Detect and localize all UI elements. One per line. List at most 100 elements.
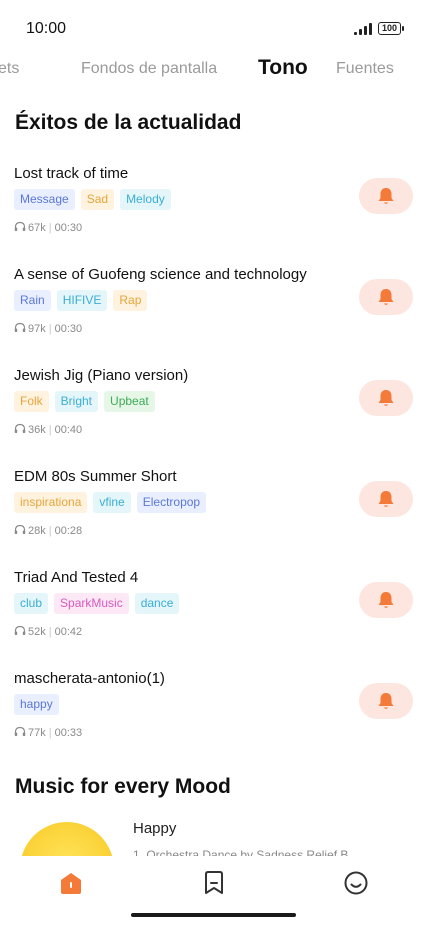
meta-divider: | — [48, 222, 52, 234]
nav-saved[interactable] — [199, 868, 229, 898]
mood-cover-image — [20, 822, 114, 856]
song-tag[interactable]: Rain — [14, 290, 51, 311]
play-count: 36k — [28, 424, 46, 436]
headphones-icon — [14, 726, 26, 740]
section-title-hits: Éxitos de la actualidad — [15, 111, 242, 134]
tab-tono[interactable]: Tono — [258, 56, 308, 80]
song-meta: 28k | 00:28 — [14, 524, 82, 538]
song-duration: 00:30 — [54, 323, 83, 335]
play-count: 77k — [28, 727, 46, 739]
meta-divider: | — [48, 323, 52, 335]
meta-divider: | — [48, 424, 52, 436]
song-row[interactable]: A sense of Guofeng science and technolog… — [0, 266, 427, 356]
song-tags: Rain HIFIVE Rap — [14, 290, 148, 311]
tab-fondos-de-pantalla[interactable]: Fondos de pantalla — [81, 60, 217, 78]
song-title: Triad And Tested 4 — [14, 569, 139, 586]
song-title: A sense of Guofeng science and technolog… — [14, 266, 307, 283]
bookmark-icon — [205, 871, 223, 894]
song-meta: 77k | 00:33 — [14, 726, 82, 740]
set-ringtone-button[interactable] — [359, 481, 413, 517]
song-duration: 00:30 — [54, 222, 83, 234]
bell-icon — [375, 185, 397, 207]
bell-icon — [375, 589, 397, 611]
battery-icon: 100 — [377, 22, 405, 35]
smiley-icon — [344, 871, 368, 895]
play-count: 28k — [28, 525, 46, 537]
song-meta: 36k | 00:40 — [14, 423, 82, 437]
song-tag[interactable]: Melody — [120, 189, 171, 210]
headphones-icon — [14, 423, 26, 437]
set-ringtone-button[interactable] — [359, 582, 413, 618]
mood-item[interactable]: Happy 1. Orchestra Dance by Sadness Reli… — [0, 814, 427, 856]
set-ringtone-button[interactable] — [359, 380, 413, 416]
play-count: 52k — [28, 626, 46, 638]
nav-home[interactable] — [56, 868, 86, 898]
bell-icon — [375, 488, 397, 510]
signal-icon — [353, 22, 372, 35]
song-tag[interactable]: dance — [134, 593, 180, 614]
song-duration: 00:28 — [54, 525, 83, 537]
song-duration: 00:42 — [54, 626, 83, 638]
headphones-icon — [14, 625, 26, 639]
song-title: mascherata-antonio(1) — [14, 670, 165, 687]
song-tag[interactable]: happy — [14, 694, 59, 715]
song-row[interactable]: Triad And Tested 4 club SparkMusic dance 52k… — [0, 569, 427, 659]
meta-divider: | — [48, 525, 52, 537]
song-title: Jewish Jig (Piano version) — [14, 367, 189, 384]
tab-fuentes[interactable]: Fuentes — [336, 60, 394, 78]
song-title: EDM 80s Summer Short — [14, 468, 177, 485]
bell-icon — [375, 387, 397, 409]
song-row[interactable]: mascherata-antonio(1) happy 77k | 00:33 — [0, 670, 427, 760]
home-indicator — [131, 913, 296, 917]
song-tag[interactable]: club — [14, 593, 49, 614]
song-row[interactable]: EDM 80s Summer Short inspirationa vfine Ele… — [0, 468, 427, 558]
headphones-icon — [14, 322, 26, 336]
song-tags: happy — [14, 694, 59, 715]
song-row[interactable]: Lost track of time Message Sad Melody 67k | 00… — [0, 165, 427, 255]
song-tag[interactable]: Message — [14, 189, 75, 210]
status-icons: 100 — [353, 22, 405, 35]
song-tags: inspirationa vfine Electropop — [14, 492, 207, 513]
mood-item-subtitle: 1. Orchestra Dance by Sadness Relief B..… — [133, 848, 359, 856]
song-meta: 97k | 00:30 — [14, 322, 82, 336]
song-tag[interactable]: Sad — [80, 189, 115, 210]
song-tag[interactable]: SparkMusic — [54, 593, 129, 614]
play-count: 67k — [28, 222, 46, 234]
home-icon — [61, 873, 81, 894]
song-tags: club SparkMusic dance — [14, 593, 180, 614]
song-tag[interactable]: Folk — [14, 391, 49, 412]
song-tag[interactable]: Rap — [113, 290, 148, 311]
play-count: 97k — [28, 323, 46, 335]
song-meta: 67k | 00:30 — [14, 221, 82, 235]
status-bar: 10:00 100 — [0, 0, 427, 56]
meta-divider: | — [48, 626, 52, 638]
song-tag[interactable]: HIFIVE — [56, 290, 108, 311]
song-tag[interactable]: Bright — [54, 391, 99, 412]
set-ringtone-button[interactable] — [359, 178, 413, 214]
headphones-icon — [14, 524, 26, 538]
song-tag[interactable]: Electropop — [136, 492, 207, 513]
meta-divider: | — [48, 727, 52, 739]
set-ringtone-button[interactable] — [359, 279, 413, 315]
bell-icon — [375, 286, 397, 308]
headphones-icon — [14, 221, 26, 235]
nav-profile[interactable] — [341, 868, 371, 898]
mood-item-title: Happy — [133, 820, 177, 837]
song-duration: 00:40 — [54, 424, 83, 436]
song-tags: Message Sad Melody — [14, 189, 171, 210]
song-tag[interactable]: Upbeat — [104, 391, 155, 412]
song-tag[interactable]: vfine — [93, 492, 131, 513]
song-meta: 52k | 00:42 — [14, 625, 82, 639]
tab-widgets[interactable]: ets — [0, 60, 19, 78]
bell-icon — [375, 690, 397, 712]
battery-level: 100 — [381, 23, 397, 33]
song-tag[interactable]: inspirationa — [14, 492, 88, 513]
set-ringtone-button[interactable] — [359, 683, 413, 719]
section-title-mood: Music for every Mood — [15, 775, 231, 798]
song-duration: 00:33 — [54, 727, 83, 739]
status-time: 10:00 — [26, 20, 67, 37]
song-title: Lost track of time — [14, 165, 129, 182]
song-row[interactable]: Jewish Jig (Piano version) Folk Bright Upbe… — [0, 367, 427, 457]
category-tabs: ets Fondos de pantalla Tono Fuentes — [0, 52, 427, 86]
song-tags: Folk Bright Upbeat — [14, 391, 155, 412]
